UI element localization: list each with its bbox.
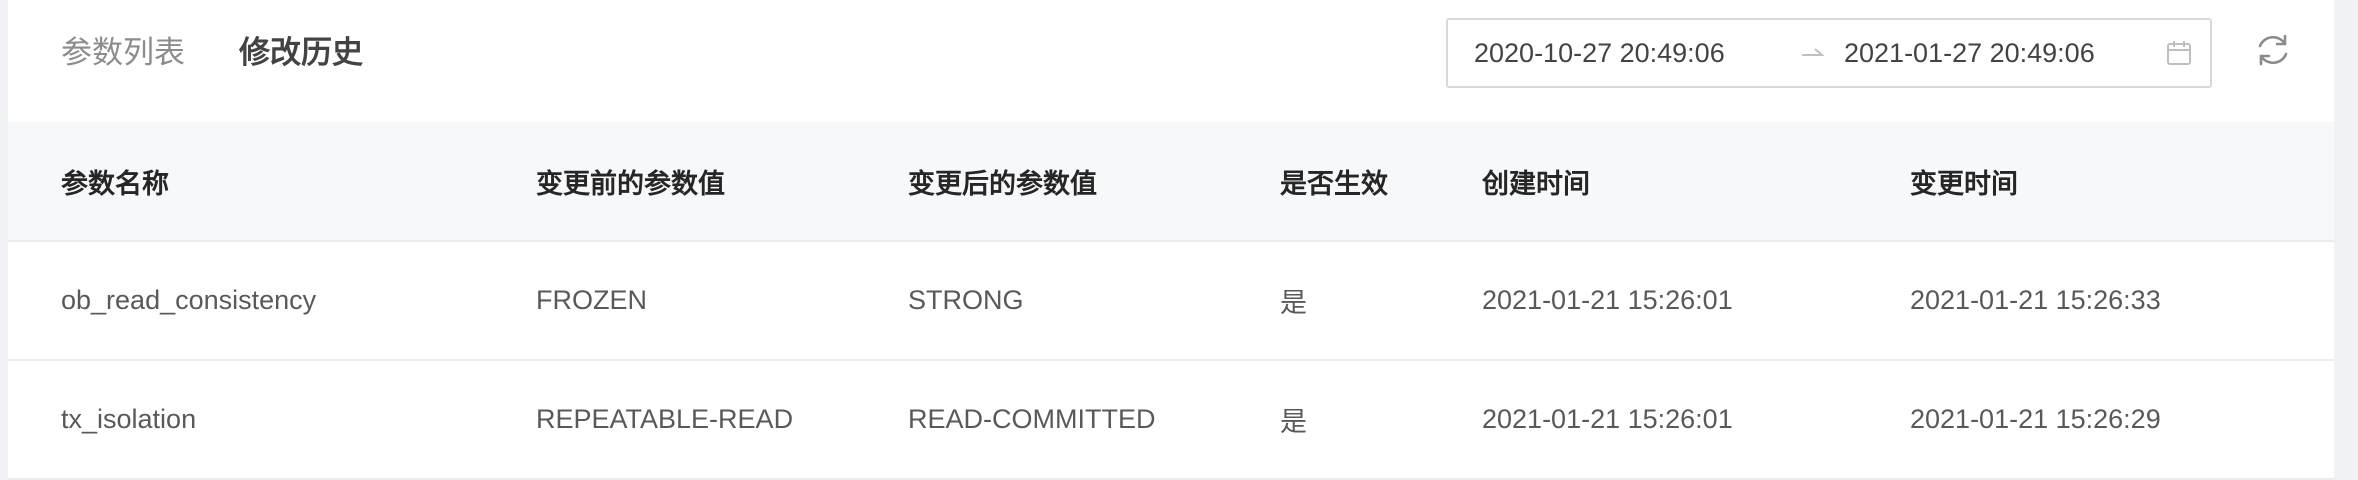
cell-param-name: ob_read_consistency (61, 285, 317, 315)
cell-value-after: STRONG (908, 285, 1024, 315)
table-row: ob_read_consistency FROZEN STRONG 是 2021… (8, 242, 2334, 361)
column-header-value-after: 变更后的参数值 (908, 168, 1097, 199)
history-table: 参数名称 变更前的参数值 变更后的参数值 是否生效 创建时间 变更时间 ob_r… (8, 122, 2334, 480)
table-header: 参数名称 变更前的参数值 变更后的参数值 是否生效 创建时间 变更时间 (8, 122, 2334, 242)
cell-value-before: FROZEN (536, 285, 647, 315)
range-start-input[interactable]: 2020-10-27 20:49:06 (1474, 38, 1725, 69)
parameter-history-panel: 参数列表 修改历史 2020-10-27 20:49:06 2021-01-27… (8, 0, 2334, 480)
cell-value-after: READ-COMMITTED (908, 404, 1156, 434)
cell-changed-time: 2021-01-21 15:26:29 (1910, 404, 2161, 434)
cell-created-time: 2021-01-21 15:26:01 (1482, 285, 1733, 315)
cell-value-before: REPEATABLE-READ (536, 404, 794, 434)
column-header-value-before: 变更前的参数值 (536, 168, 725, 199)
refresh-icon[interactable] (2254, 31, 2292, 69)
tab-bar: 参数列表 修改历史 (61, 0, 363, 105)
cell-param-name: tx_isolation (61, 404, 197, 434)
tab-parameter-list[interactable]: 参数列表 (61, 37, 185, 68)
range-end-input[interactable]: 2021-01-27 20:49:06 (1844, 38, 2095, 69)
column-header-effective: 是否生效 (1280, 168, 1388, 199)
cell-created-time: 2021-01-21 15:26:01 (1482, 404, 1733, 434)
column-header-param-name: 参数名称 (61, 168, 169, 199)
cell-effective: 是 (1280, 407, 1307, 437)
column-header-created-time: 创建时间 (1482, 168, 1590, 199)
cell-changed-time: 2021-01-21 15:26:33 (1910, 285, 2161, 315)
cell-effective: 是 (1280, 288, 1307, 318)
table-row: tx_isolation REPEATABLE-READ READ-COMMIT… (8, 361, 2334, 480)
calendar-icon (2167, 41, 2191, 65)
column-header-changed-time: 变更时间 (1910, 168, 2018, 199)
date-range-picker[interactable]: 2020-10-27 20:49:06 2021-01-27 20:49:06 (1446, 18, 2212, 88)
tab-modification-history[interactable]: 修改历史 (239, 37, 363, 68)
arrow-right-icon (1802, 48, 1825, 56)
